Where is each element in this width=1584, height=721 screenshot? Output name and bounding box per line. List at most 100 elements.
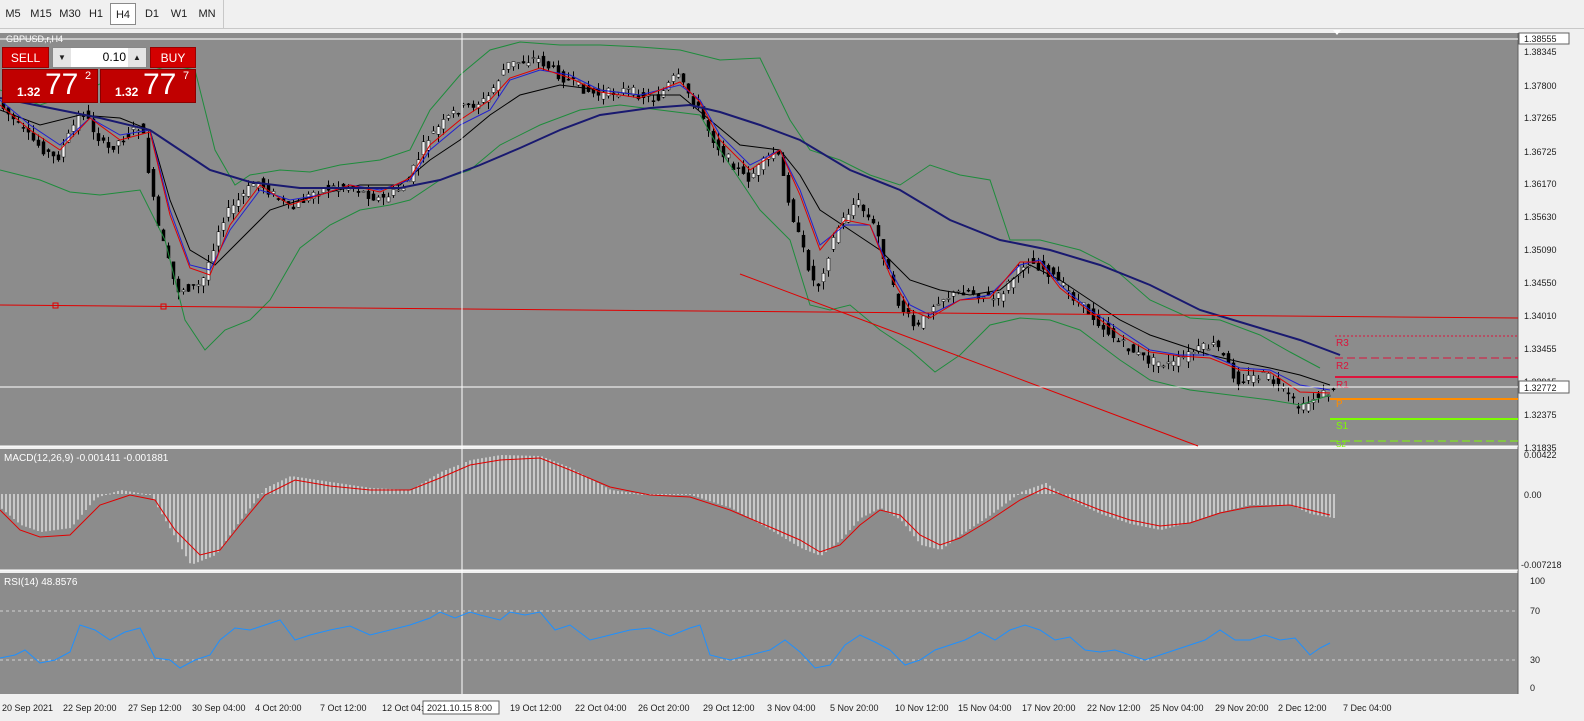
price-tick: 1.34550: [1524, 278, 1557, 288]
macd-tick: 0.00422: [1524, 450, 1557, 460]
tf-h4[interactable]: H4: [110, 3, 136, 25]
candle-body: [286, 201, 291, 203]
macd-bar: [1017, 494, 1019, 495]
macd-bar: [337, 483, 339, 494]
macd-bar: [817, 494, 819, 555]
macd-bar: [521, 455, 523, 494]
tf-d1[interactable]: D1: [140, 3, 164, 25]
macd-bar: [1173, 494, 1175, 527]
candle-body: [1116, 340, 1121, 343]
candle-body: [671, 75, 676, 82]
macd-bar: [621, 491, 623, 494]
candle-body: [626, 87, 631, 90]
tf-m30[interactable]: M30: [56, 3, 84, 25]
macd-bar: [229, 494, 231, 536]
macd-bar: [325, 481, 327, 494]
macd-bar: [57, 494, 59, 530]
macd-bar: [597, 482, 599, 494]
macd-bar: [701, 494, 703, 499]
dropdown-arrow-icon[interactable]: ▼: [53, 48, 71, 67]
volume-field[interactable]: ▼ 0.10 ▲: [52, 47, 147, 68]
macd-bar: [81, 494, 83, 515]
macd-bar: [741, 494, 743, 515]
candle-body: [1211, 342, 1216, 345]
macd-bar: [545, 458, 547, 494]
macd-bar: [341, 483, 343, 494]
candle-body: [1156, 361, 1161, 367]
price-tick: 1.37800: [1524, 81, 1557, 91]
macd-bar: [729, 494, 731, 508]
macd-bar: [581, 474, 583, 494]
candle-body: [786, 175, 791, 203]
candle-body: [186, 284, 191, 292]
macd-bar: [881, 494, 883, 509]
macd-bar: [681, 494, 683, 495]
tf-m5[interactable]: M5: [2, 3, 24, 25]
volume-value[interactable]: 0.10: [73, 48, 126, 67]
macd-bar: [73, 494, 75, 525]
macd-bar: [969, 494, 971, 529]
candle-body: [546, 61, 551, 69]
price-pane[interactable]: [0, 33, 1518, 446]
buy-price[interactable]: 1.32 77 7: [100, 68, 196, 103]
macd-bar: [993, 494, 995, 513]
macd-tick: 0.00: [1524, 490, 1542, 500]
macd-bar: [501, 455, 503, 494]
candle-body: [1166, 361, 1171, 364]
date-tick: 22 Oct 04:00: [575, 703, 627, 713]
macd-bar: [441, 471, 443, 494]
candle-body: [661, 90, 666, 98]
macd-bar: [745, 494, 747, 517]
toolbar-divider: [223, 0, 224, 28]
macd-bar: [665, 494, 667, 495]
candle-body: [46, 149, 51, 152]
candle-body: [101, 137, 106, 141]
candle-body: [1266, 373, 1271, 380]
macd-bar: [433, 476, 435, 494]
macd-bar: [29, 494, 31, 529]
macd-bar: [261, 493, 263, 495]
tf-h1[interactable]: H1: [85, 3, 107, 25]
macd-bar: [1001, 494, 1003, 507]
macd-bar: [13, 494, 15, 520]
tf-mn[interactable]: MN: [194, 3, 220, 25]
macd-bar: [253, 494, 255, 504]
date-tick: 10 Nov 12:00: [895, 703, 949, 713]
macd-bar: [313, 479, 315, 494]
macd-bar: [1333, 494, 1335, 518]
candle-body: [1001, 293, 1006, 302]
chart-canvas[interactable]: GBPUSD,r,H4 R3 R2 R1 P S1 S2 1.38555 1.3…: [0, 29, 1584, 721]
candle-body: [616, 95, 621, 98]
candle-body: [696, 101, 701, 106]
macd-bar: [633, 492, 635, 494]
macd-label: MACD(12,26,9) -0.001411 -0.001881: [4, 453, 169, 464]
macd-bar: [541, 456, 543, 494]
up-arrow-icon[interactable]: ▲: [128, 48, 146, 67]
candle-body: [726, 153, 731, 159]
tf-w1[interactable]: W1: [167, 3, 191, 25]
buy-button[interactable]: BUY: [150, 47, 196, 68]
macd-bar: [41, 494, 43, 532]
candle-body: [811, 265, 816, 281]
macd-bar: [673, 494, 675, 495]
macd-bar: [593, 480, 595, 494]
rsi-tick: 30: [1530, 655, 1540, 665]
candle-body: [1131, 344, 1136, 353]
macd-bar: [89, 494, 91, 506]
macd-bar: [809, 494, 811, 552]
macd-bar: [1261, 494, 1263, 505]
candle-body: [191, 284, 196, 286]
candle-body: [1271, 379, 1276, 384]
sell-price-prefix: 1.32: [17, 85, 41, 99]
tf-m15[interactable]: M15: [27, 3, 55, 25]
candle-body: [1151, 357, 1156, 366]
candle-body: [861, 204, 866, 212]
sell-price[interactable]: 1.32 77 2: [2, 68, 98, 103]
macd-bar: [377, 488, 379, 494]
candle-body: [821, 273, 826, 283]
sell-button[interactable]: SELL: [2, 47, 49, 68]
macd-bar: [317, 480, 319, 494]
macd-bar: [689, 494, 691, 495]
date-tick: 19 Oct 12:00: [510, 703, 562, 713]
macd-bar: [149, 494, 151, 495]
